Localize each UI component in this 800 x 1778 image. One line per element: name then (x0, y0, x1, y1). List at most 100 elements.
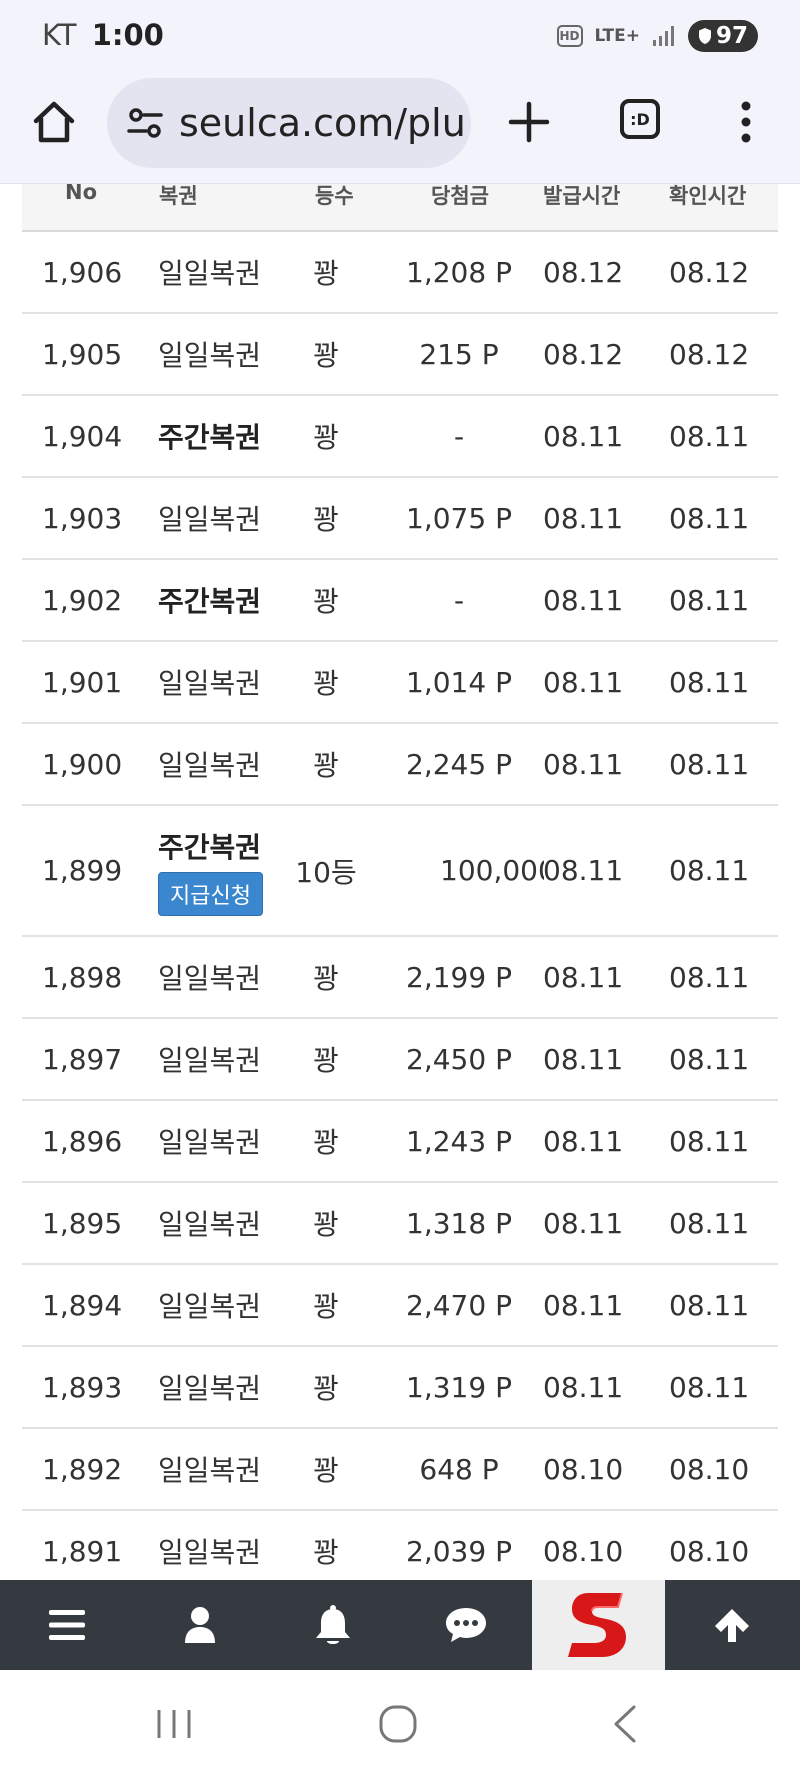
table-row: 1,902 주간복권 꽝 - 08.11 08.11 (22, 560, 778, 642)
cell-type: 일일복권 (158, 503, 262, 536)
site-settings-icon[interactable] (125, 103, 165, 143)
url-text: seulca.com/plu (179, 101, 466, 145)
cell-no: 1,892 (42, 1452, 123, 1486)
claim-payout-button[interactable]: 지급신청 (158, 871, 263, 916)
cell-prize: 1,319 P (406, 1370, 512, 1404)
nav-chat-button[interactable] (399, 1580, 532, 1670)
rank-text: 꽝 (313, 1126, 339, 1159)
rank-text: 꽝 (313, 1044, 339, 1077)
battery-indicator: 97 (687, 20, 758, 52)
cell-issued: 08.11 (543, 583, 624, 617)
cell-no: 1,905 (42, 337, 123, 371)
carrier-name: KT (42, 18, 77, 52)
system-nav-bar (0, 1670, 800, 1778)
cell-prize: 1,318 P (406, 1206, 512, 1240)
table-header: No 복권 등수 당첨금 발급시간 확인시간 (22, 184, 778, 232)
home-nav-icon[interactable] (378, 1704, 418, 1744)
new-tab-icon[interactable] (505, 98, 553, 146)
cell-checked: 08.11 (669, 501, 750, 535)
cell-no: 1,896 (42, 1124, 123, 1158)
cell-prize: 1,075 P (406, 501, 512, 535)
address-bar[interactable]: seulca.com/plu (107, 78, 471, 168)
cell-type: 일일복권 (158, 1536, 262, 1569)
cell-no: 1,893 (42, 1370, 123, 1404)
more-options-icon[interactable] (738, 98, 754, 146)
cell-issued: 08.11 (543, 854, 624, 887)
rank-text: 꽝 (313, 962, 339, 995)
cell-prize: 100,000 P (440, 854, 544, 887)
cell-issued: 08.11 (543, 501, 624, 535)
cell-checked: 08.12 (669, 255, 750, 289)
header-rank: 등수 (315, 184, 354, 208)
cell-issued: 08.11 (543, 419, 624, 453)
cell-issued: 08.10 (543, 1534, 624, 1568)
cell-checked: 08.11 (669, 1370, 750, 1404)
hd-voice-icon: HD (556, 25, 583, 47)
nav-menu-button[interactable] (0, 1580, 133, 1670)
cell-issued: 08.11 (543, 1042, 624, 1076)
cell-issued: 08.11 (543, 1288, 624, 1322)
status-bar: KT 1:00 HD LTE+ 97 (0, 0, 800, 72)
rank-text: 꽝 (313, 1454, 339, 1487)
table-row: 1,898 일일복권 꽝 2,199 P 08.11 08.11 (22, 937, 778, 1019)
cell-type: 주간복권 (158, 421, 262, 454)
recent-apps-icon[interactable] (154, 1704, 194, 1744)
table-row: 1,897 일일복권 꽝 2,450 P 08.11 08.11 (22, 1019, 778, 1101)
cell-checked: 08.10 (669, 1534, 750, 1568)
chat-icon (445, 1608, 486, 1642)
cell-no: 1,903 (42, 501, 123, 535)
header-no: No (65, 184, 98, 204)
cell-prize: - (453, 583, 465, 617)
cell-issued: 08.11 (543, 960, 624, 994)
cell-prize: 2,450 P (406, 1042, 512, 1076)
cell-no: 1,897 (42, 1042, 123, 1076)
cell-prize: - (453, 419, 465, 453)
status-right: HD LTE+ 97 (556, 18, 758, 54)
table-row: 1,895 일일복권 꽝 1,318 P 08.11 08.11 (22, 1183, 778, 1265)
cell-no: 1,906 (42, 255, 123, 289)
rank-text: 꽝 (313, 257, 339, 290)
cell-checked: 08.11 (669, 1124, 750, 1158)
cell-type: 일일복권 (158, 1044, 262, 1077)
rank-text: 꽝 (313, 1208, 339, 1241)
cell-checked: 08.11 (669, 1206, 750, 1240)
rank-text: 꽝 (313, 421, 339, 454)
cell-issued: 08.11 (543, 1124, 624, 1158)
rank-text: 꽝 (313, 667, 339, 700)
cell-type: 일일복권 (158, 962, 262, 995)
nav-profile-button[interactable] (133, 1580, 266, 1670)
type-stack: 주간복권 지급신청 (158, 826, 263, 916)
cell-checked: 08.10 (669, 1452, 750, 1486)
table-row: 1,906 일일복권 꽝 1,208 P 08.12 08.12 (22, 232, 778, 314)
home-icon[interactable] (30, 98, 78, 146)
rank-text: 꽝 (313, 1536, 339, 1569)
cell-issued: 08.11 (543, 1206, 624, 1240)
cell-no: 1,894 (42, 1288, 123, 1322)
cell-no: 1,891 (42, 1534, 123, 1568)
cell-checked: 08.11 (669, 960, 750, 994)
cell-prize: 1,014 P (406, 665, 512, 699)
tab-switcher-button[interactable]: :D (620, 99, 660, 139)
cell-type: 일일복권 (158, 257, 262, 290)
cell-no: 1,901 (42, 665, 123, 699)
rank-text: 꽝 (313, 585, 339, 618)
cell-type: 일일복권 (158, 1126, 262, 1159)
menu-icon (48, 1610, 85, 1640)
cell-no: 1,895 (42, 1206, 123, 1240)
cell-prize: 2,245 P (406, 747, 512, 781)
table-row: 1,904 주간복권 꽝 - 08.11 08.11 (22, 396, 778, 478)
header-issued: 발급시간 (543, 184, 621, 208)
cell-checked: 08.11 (669, 583, 750, 617)
header-prize: 당첨금 (431, 184, 489, 208)
clock: 1:00 (91, 18, 164, 52)
nav-logo-button[interactable] (532, 1580, 665, 1670)
cell-checked: 08.11 (669, 665, 750, 699)
rank-text: 꽝 (313, 339, 339, 372)
back-icon[interactable] (606, 1704, 646, 1744)
table-row: 1,896 일일복권 꽝 1,243 P 08.11 08.11 (22, 1101, 778, 1183)
nav-scroll-top-button[interactable] (665, 1580, 798, 1670)
cell-no: 1,899 (42, 854, 123, 887)
table-row: 1,903 일일복권 꽝 1,075 P 08.11 08.11 (22, 478, 778, 560)
cell-type: 주간복권 (158, 585, 262, 618)
nav-notifications-button[interactable] (266, 1580, 399, 1670)
